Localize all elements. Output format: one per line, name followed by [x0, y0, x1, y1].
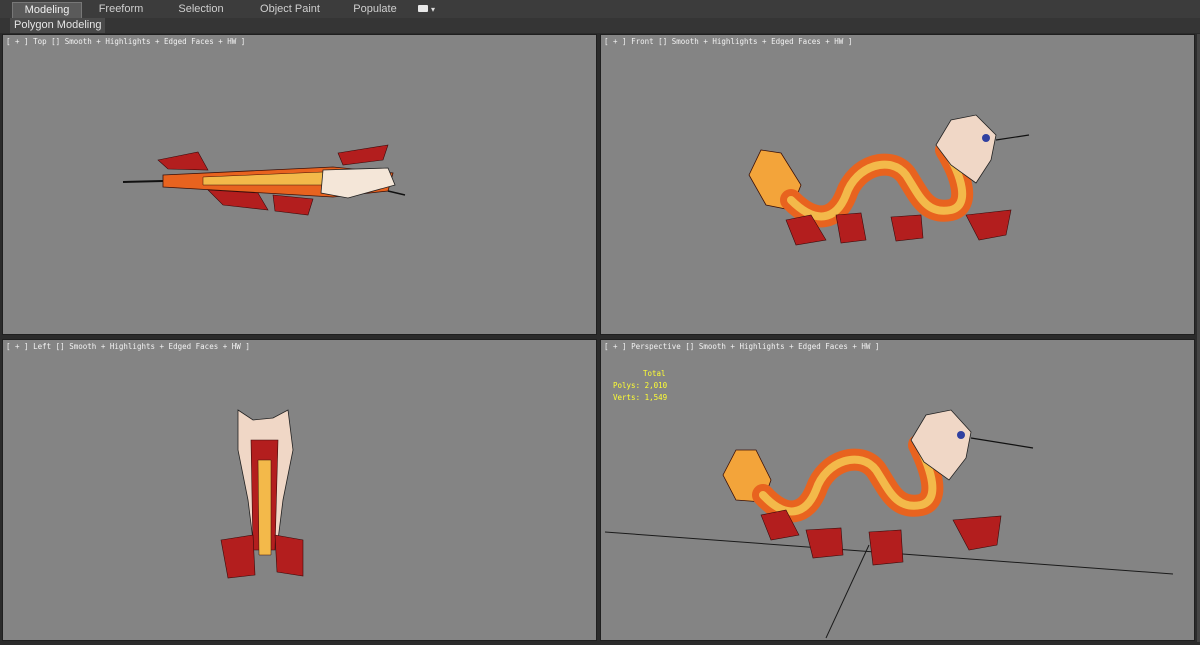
- ribbon-panel-row: Polygon Modeling: [0, 18, 1200, 33]
- viewport-left[interactable]: [ + ] Left [] Smooth + Highlights + Edge…: [2, 339, 597, 641]
- dragon-front-view: [748, 114, 1030, 246]
- viewport-front[interactable]: [ + ] Front [] Smooth + Highlights + Edg…: [600, 34, 1195, 335]
- tab-object-paint[interactable]: Object Paint: [252, 2, 328, 17]
- grid-axis-y: [825, 544, 870, 639]
- tab-selection[interactable]: Selection: [170, 2, 232, 17]
- tab-modeling[interactable]: Modeling: [12, 2, 82, 18]
- tab-freeform[interactable]: Freeform: [90, 2, 152, 17]
- viewport-perspective[interactable]: [ + ] Perspective [] Smooth + Highlights…: [600, 339, 1195, 641]
- perspective-scene: [604, 409, 1174, 639]
- polygon-modeling-label[interactable]: Polygon Modeling: [10, 18, 106, 33]
- ribbon-options-icon[interactable]: ▾: [414, 3, 438, 15]
- ribbon-tabs: Modeling Freeform Selection Object Paint…: [0, 0, 1200, 19]
- viewport-top[interactable]: [ + ] Top [] Smooth + Highlights + Edged…: [2, 34, 597, 335]
- tab-populate[interactable]: Populate: [345, 2, 405, 17]
- dragon-left-view: [220, 409, 304, 579]
- dragon-top-view: [122, 144, 406, 216]
